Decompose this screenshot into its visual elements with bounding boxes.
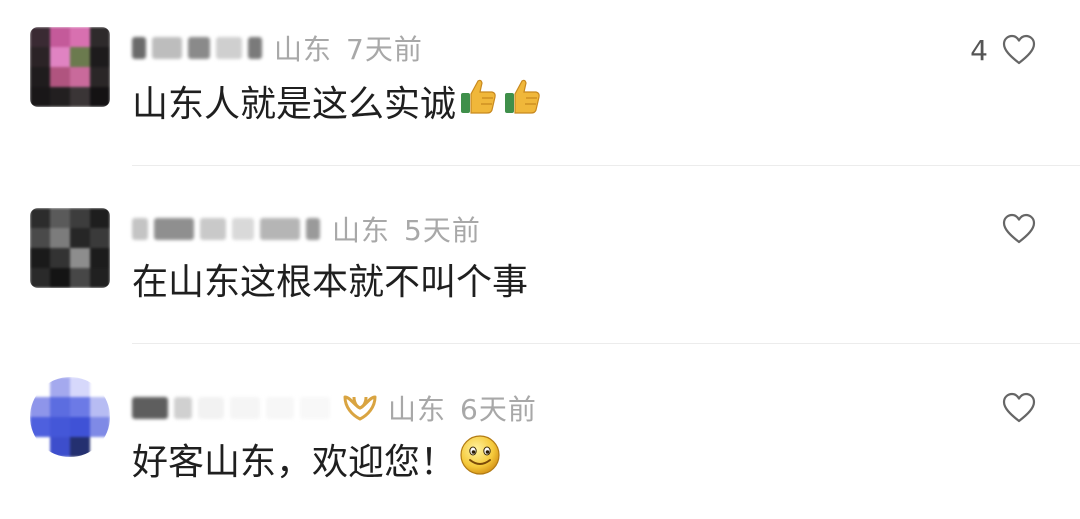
comment-time: 5天前: [404, 214, 481, 247]
avatar[interactable]: [30, 208, 110, 288]
avatar-mosaic: [30, 27, 110, 107]
avatar[interactable]: [30, 27, 110, 107]
comment-time: 7天前: [346, 33, 423, 66]
comment-time: 6天前: [460, 393, 537, 426]
smiley-face-icon: [458, 433, 502, 486]
like-count: 4: [970, 33, 988, 67]
username-redacted[interactable]: [132, 37, 262, 59]
comment-meta: 山东 5天前: [132, 209, 481, 249]
avatar[interactable]: [30, 377, 110, 457]
heart-icon[interactable]: [1002, 213, 1036, 245]
heart-icon[interactable]: [1002, 34, 1036, 66]
comment-location: 山东: [332, 214, 391, 247]
comment-divider: [132, 165, 1080, 166]
comment-text: 好客山东，欢迎您！: [132, 433, 502, 485]
username-redacted[interactable]: [132, 397, 330, 419]
comment-meta: 山东 6天前: [132, 388, 537, 428]
comment-text-content: 好客山东，欢迎您！: [132, 442, 457, 483]
comment-item[interactable]: 山东 6天前 好客山东，欢迎您！: [0, 347, 1080, 517]
comment-location: 山东: [274, 33, 333, 66]
comment-text-content: 在山东这根本就不叫个事: [132, 262, 529, 303]
comment-text-content: 山东人就是这么实诚: [132, 84, 457, 125]
avatar-mosaic: [30, 377, 110, 457]
like-area: [1002, 388, 1036, 428]
username-redacted[interactable]: [132, 218, 320, 240]
comment-text: 山东人就是这么实诚: [132, 75, 544, 127]
comment-item[interactable]: 山东 5天前 在山东这根本就不叫个事: [0, 172, 1080, 342]
like-area: [1002, 209, 1036, 249]
thumbs-up-icon: [458, 76, 500, 127]
comment-item[interactable]: 山东 7天前 山东人就是这么实诚 4: [0, 0, 1080, 170]
comment-divider: [132, 343, 1080, 344]
comment-text: 在山东这根本就不叫个事: [132, 253, 528, 305]
comment-location: 山东: [388, 393, 447, 426]
like-area: 4: [970, 30, 1036, 70]
thumbs-up-icon: [502, 76, 544, 127]
heart-icon[interactable]: [1002, 392, 1036, 424]
comment-meta: 山东 7天前: [132, 28, 423, 68]
vip-badge-icon: [342, 393, 378, 423]
avatar-mosaic: [30, 208, 110, 288]
